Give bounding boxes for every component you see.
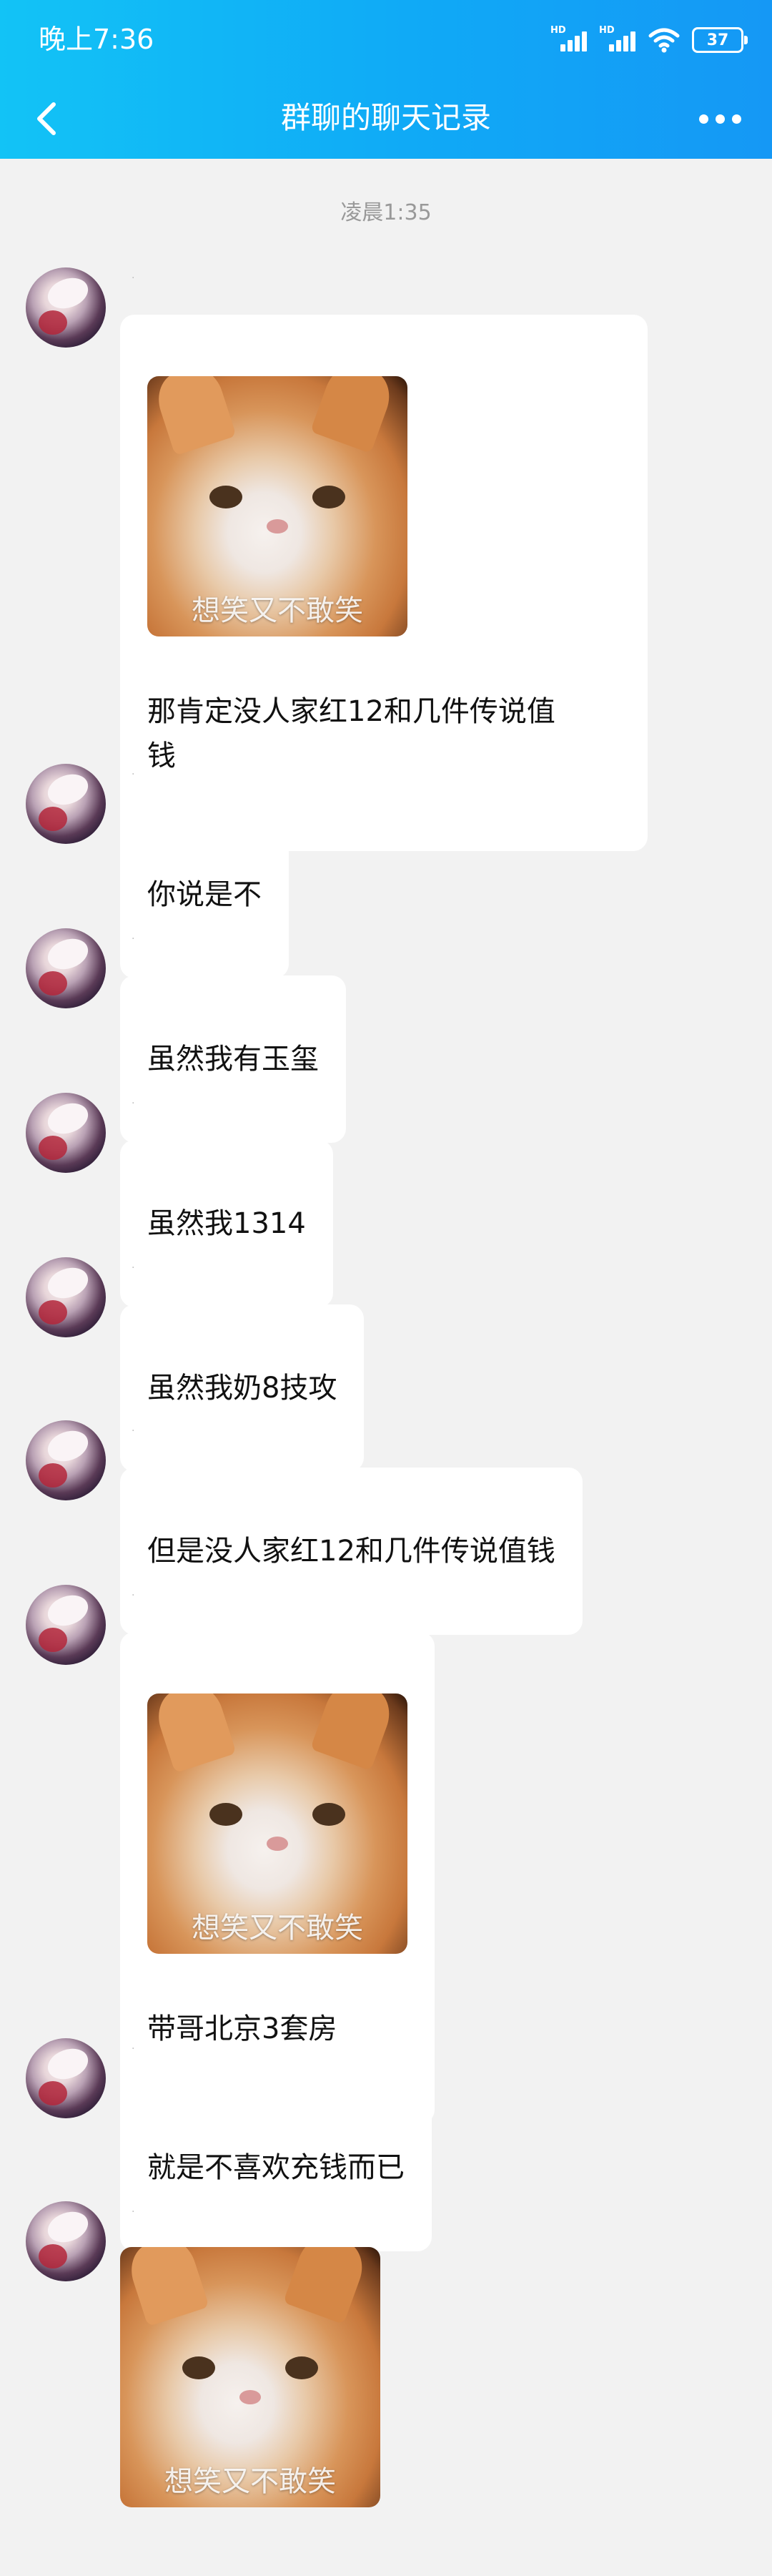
sticker-image[interactable]: 想笑又不敢笑 [120,2247,380,2507]
message-bubble[interactable]: 想笑又不敢笑 那肯定没人家红12和几件传说值 钱 [120,315,648,851]
sticker-caption: 想笑又不敢笑 [192,1912,363,1945]
sticker-caption: 想笑又不敢笑 [192,594,363,627]
message-timestamp: 凌晨1:35 [340,200,432,225]
battery-level: 37 [706,31,729,49]
avatar[interactable] [26,1093,106,1173]
battery-icon: 37 [692,27,748,53]
sender-name: · [132,272,135,284]
message-text: 虽然我1314 [147,1207,306,1240]
wifi-icon [648,28,680,53]
sticker-caption: 想笑又不敢笑 [164,2465,336,2498]
sender-name: · [132,1098,135,1109]
signal-icon: HD [599,26,636,54]
sender-name: · [132,2043,135,2055]
network-label: HD [599,25,615,36]
sender-name: · [132,769,135,780]
message-text: 那肯定没人家红12和几件传说值 钱 [147,695,555,772]
message-bubble[interactable]: 虽然我奶8技攻 [120,1304,365,1472]
message-bubble[interactable]: 虽然我有玉玺 [120,975,346,1143]
message-text: 虽然我有玉玺 [147,1043,319,1076]
sender-name: · [132,1262,135,1274]
message-bubble[interactable]: 想笑又不敢笑 带哥北京3套房 [120,1632,435,2124]
sticker-image[interactable]: 想笑又不敢笑 [147,1693,407,1954]
avatar[interactable] [26,2038,106,2118]
more-dots-icon [698,114,708,124]
avatar[interactable] [26,1585,106,1665]
sticker-image[interactable]: 想笑又不敢笑 [147,376,407,636]
message-bubble[interactable]: 但是没人家红12和几件传说值钱 [120,1468,583,1635]
message-text: 但是没人家红12和几件传说值钱 [147,1535,555,1568]
avatar[interactable] [26,764,106,844]
message-text: 带哥北京3套房 [147,2012,337,2045]
nav-bar: 群聊的聊天记录 [0,79,772,159]
sender-name: · [132,2206,135,2218]
message-bubble[interactable]: 你说是不 [120,811,289,978]
message-text: 就是不喜欢充钱而已 [147,2151,405,2184]
signal-icon: HD [550,26,588,54]
sender-name: · [132,933,135,945]
status-time: 晚上7:36 [39,24,154,55]
message-bubble[interactable]: 就是不喜欢充钱而已 [120,2084,432,2251]
status-bar: 晚上7:36 HD HD 37 [0,0,772,79]
message-text: 你说是不 [147,878,262,911]
avatar[interactable] [26,267,106,348]
more-button[interactable] [688,93,752,144]
header: 晚上7:36 HD HD 37 群聊的聊天记录 [0,0,772,159]
sender-name: · [132,1590,135,1601]
avatar[interactable] [26,928,106,1008]
network-label: HD [550,25,566,36]
sender-name: · [132,1425,135,1437]
message-bubble[interactable]: 虽然我1314 [120,1140,333,1307]
avatar[interactable] [26,1257,106,1337]
message-text: 虽然我奶8技攻 [147,1372,337,1405]
avatar[interactable] [26,2201,106,2281]
page-title: 群聊的聊天记录 [280,100,491,135]
avatar[interactable] [26,1420,106,1500]
status-icons: HD HD 37 [550,24,748,56]
